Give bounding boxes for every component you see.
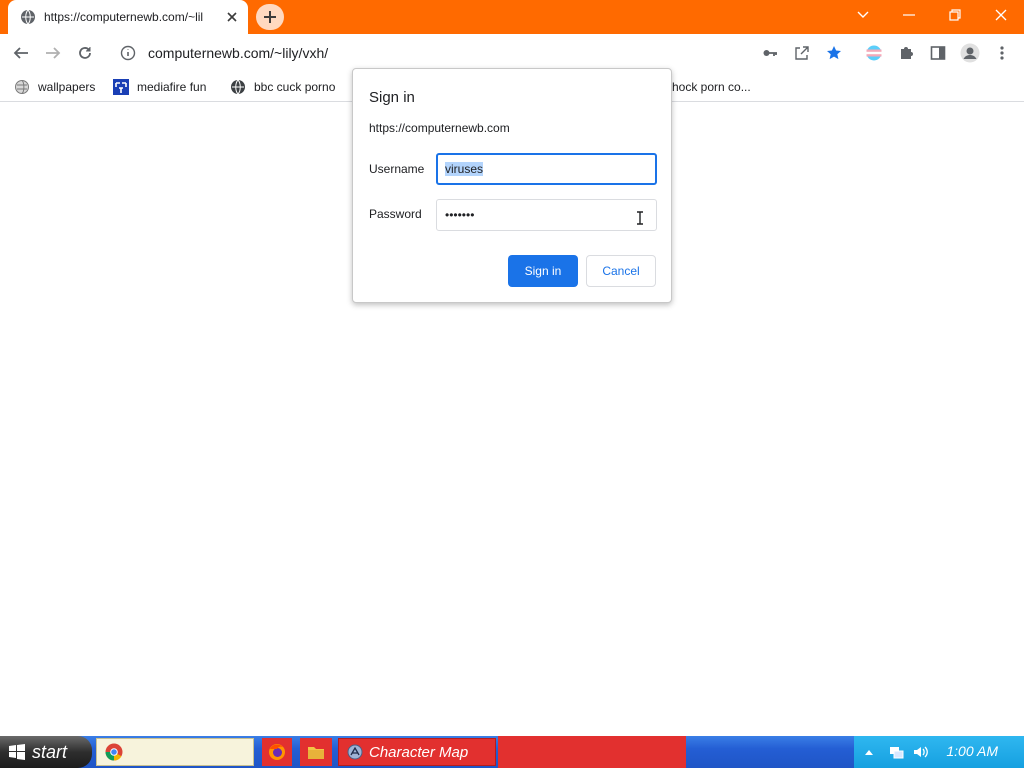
extensions-button[interactable] [892, 38, 920, 68]
plus-icon [264, 11, 276, 23]
clock[interactable]: 1:00 AM [946, 743, 998, 759]
windows-logo-icon [9, 744, 25, 760]
forward-button[interactable] [38, 38, 68, 68]
close-window-button[interactable] [978, 0, 1024, 30]
title-bar: https://computernewb.com/~lil [0, 0, 1024, 34]
character-map-icon [347, 744, 363, 760]
volume-icon[interactable] [912, 744, 928, 760]
trans-flag-icon [866, 45, 882, 61]
new-tab-button[interactable] [256, 4, 284, 30]
bookmark-wallpapers[interactable]: wallpapers [14, 76, 95, 98]
taskbar-item-firefox[interactable] [262, 738, 292, 766]
side-panel-button[interactable] [924, 38, 952, 68]
show-hidden-icons-button[interactable] [864, 748, 874, 756]
minimize-button[interactable] [886, 0, 932, 30]
sign-in-button[interactable]: Sign in [508, 255, 578, 287]
taskbar-item-character-map[interactable]: Character Map [338, 738, 496, 766]
globe-icon [20, 9, 36, 25]
taskbar: start Character Map 1:00 AM [0, 736, 1024, 768]
address-bar[interactable]: computernewb.com/~lily/vxh/ [108, 37, 798, 69]
back-button[interactable] [6, 38, 36, 68]
kebab-menu-icon [1000, 46, 1004, 60]
share-button[interactable] [788, 38, 816, 68]
password-value: ••••••• [445, 208, 475, 222]
username-value: viruses [445, 162, 484, 176]
puzzle-icon [901, 47, 913, 59]
tab-search-button[interactable] [840, 0, 886, 30]
chevron-down-icon [857, 11, 869, 18]
menu-button[interactable] [988, 38, 1016, 68]
wallpaper-globe-icon [14, 79, 30, 95]
bookmark-bbc[interactable]: bbc cuck porno [230, 76, 335, 98]
password-field[interactable]: ••••••• [436, 199, 657, 231]
start-label: start [32, 741, 68, 762]
password-label: Password [369, 207, 422, 221]
reload-button[interactable] [70, 38, 100, 68]
extension-flag-button[interactable] [860, 38, 888, 68]
share-icon [795, 46, 809, 60]
minimize-icon [903, 14, 915, 16]
taskbar-item-label: Character Map [369, 743, 469, 761]
dialog-title: Sign in [369, 89, 415, 106]
passwords-button[interactable] [756, 38, 784, 68]
chevron-up-icon [865, 750, 873, 755]
key-icon [763, 50, 777, 56]
browser-toolbar: computernewb.com/~lily/vxh/ [0, 34, 1024, 72]
dialog-origin: https://computernewb.com [369, 121, 510, 135]
bookmark-mediafire-fun[interactable]: mediafire fun [113, 76, 206, 98]
arrow-right-icon [46, 47, 61, 59]
star-icon [827, 46, 841, 60]
tab-title: https://computernewb.com/~lil [44, 10, 204, 24]
info-icon[interactable] [120, 45, 136, 61]
username-field[interactable]: viruses [436, 153, 657, 185]
restore-button[interactable] [932, 0, 978, 30]
avatar-icon [960, 43, 980, 63]
mediafire-icon [113, 79, 129, 95]
globe-icon [230, 79, 246, 95]
bookmark-hock[interactable]: hock porn co... [672, 76, 751, 98]
folder-icon [308, 747, 324, 759]
bookmark-label: wallpapers [38, 80, 96, 94]
url-text: computernewb.com/~lily/vxh/ [148, 45, 329, 61]
username-label: Username [369, 162, 425, 176]
text-cursor-icon [637, 211, 643, 225]
arrow-left-icon [13, 47, 28, 59]
close-icon [995, 9, 1007, 21]
browser-tab[interactable]: https://computernewb.com/~lil [8, 0, 248, 34]
restore-icon [949, 9, 961, 21]
cancel-button[interactable]: Cancel [586, 255, 656, 287]
bookmark-label: bbc cuck porno [254, 80, 336, 94]
bookmark-label: hock porn co... [672, 80, 751, 94]
start-button[interactable]: start [0, 736, 92, 768]
taskbar-item-chrome[interactable] [96, 738, 254, 766]
reload-icon [79, 47, 91, 59]
system-tray: 1:00 AM [854, 736, 1024, 768]
side-panel-icon [930, 46, 946, 60]
bookmark-star-button[interactable] [820, 38, 848, 68]
profile-button[interactable] [956, 38, 984, 68]
close-icon[interactable] [224, 9, 240, 25]
bookmark-label: mediafire fun [137, 80, 207, 94]
taskbar-band [498, 736, 686, 768]
taskbar-item-explorer[interactable] [300, 738, 332, 766]
firefox-icon [269, 744, 285, 760]
chrome-icon [105, 743, 123, 761]
sign-in-dialog: Sign in https://computernewb.com Usernam… [352, 68, 672, 303]
network-icon[interactable] [888, 744, 904, 760]
